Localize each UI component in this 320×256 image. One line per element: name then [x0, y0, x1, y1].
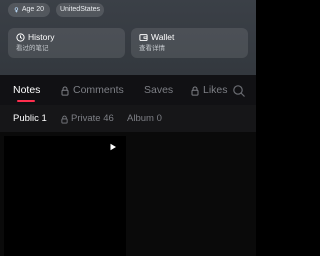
location-badge: UnitedStates	[56, 3, 104, 17]
tab-likes-label: Likes	[203, 84, 228, 96]
subtab-private-label: Private 46	[71, 113, 114, 124]
tab-notes-label: Notes	[13, 84, 41, 96]
location-text: UnitedStates	[59, 6, 101, 13]
wallet-card[interactable]: Wallet 查看详情	[131, 28, 248, 58]
note-card-video[interactable]	[4, 136, 126, 256]
wallet-title: Wallet	[151, 32, 175, 42]
tab-notes[interactable]: Notes	[13, 84, 40, 97]
play-icon	[110, 143, 116, 151]
subtab-album-label: Album 0	[127, 113, 162, 124]
history-subtitle: 看过的笔记	[16, 45, 49, 52]
lock-icon	[61, 86, 69, 96]
subtab-public[interactable]: Public 1	[13, 113, 47, 125]
lock-icon	[191, 86, 199, 96]
lock-icon	[61, 115, 68, 124]
subtab-private[interactable]: Private 46	[61, 113, 114, 125]
subtab-album[interactable]: Album 0	[127, 113, 162, 125]
history-card[interactable]: History 看过的笔记	[8, 28, 125, 58]
age-text: Age 20	[21, 6, 44, 13]
wallet-icon	[139, 34, 148, 42]
subtab-public-label: Public 1	[13, 113, 47, 124]
profile-header: Age 20 UnitedStates History 看过的笔记 Wallet…	[0, 0, 256, 75]
history-title: History	[28, 32, 55, 42]
wallet-subtitle: 查看详情	[139, 45, 165, 52]
gender-icon	[14, 7, 19, 13]
clock-icon	[16, 33, 25, 42]
visibility-tabs: Public 1 Private 46 Album 0	[0, 105, 256, 132]
active-tab-indicator	[17, 100, 35, 102]
tab-comments-label: Comments	[73, 84, 124, 96]
search-icon[interactable]	[232, 84, 246, 98]
content-tabs: Notes Comments Saves Likes	[0, 75, 256, 105]
notes-grid	[0, 132, 256, 256]
tab-saves[interactable]: Saves	[144, 84, 173, 97]
tab-likes[interactable]: Likes	[191, 84, 228, 97]
tab-comments[interactable]: Comments	[61, 84, 124, 97]
age-badge: Age 20	[8, 3, 50, 17]
tab-saves-label: Saves	[144, 84, 174, 96]
